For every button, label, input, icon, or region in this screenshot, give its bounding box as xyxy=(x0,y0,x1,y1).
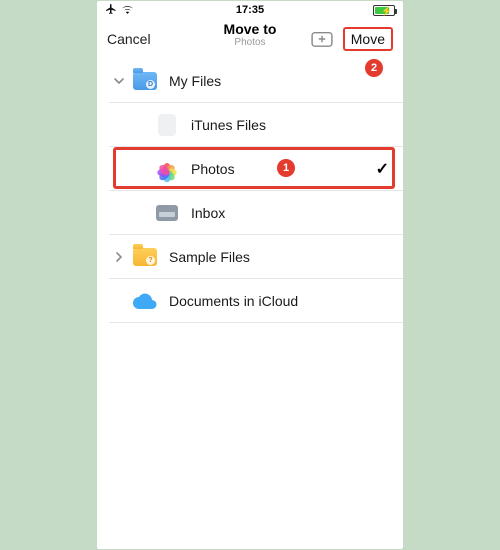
phone-frame: 17:35 ⚡ Cancel Move to Photos Move 2 xyxy=(97,1,403,549)
folder-icon: D xyxy=(131,67,159,95)
row-itunes[interactable]: iTunes Files xyxy=(97,103,403,147)
chevron-right-icon[interactable] xyxy=(109,251,129,263)
row-label: Inbox xyxy=(191,205,225,221)
status-right: ⚡ xyxy=(373,5,395,16)
callout-2: 2 xyxy=(365,59,383,77)
nav-bar: Cancel Move to Photos Move xyxy=(97,19,403,59)
folder-icon: ? xyxy=(131,243,159,271)
row-label: Sample Files xyxy=(169,249,250,265)
move-button[interactable]: Move xyxy=(343,27,393,51)
row-my-files[interactable]: D My Files xyxy=(97,59,403,103)
row-icloud[interactable]: Documents in iCloud xyxy=(97,279,403,323)
cloud-icon xyxy=(131,287,159,315)
inbox-icon xyxy=(153,199,181,227)
status-bar: 17:35 ⚡ xyxy=(97,1,403,19)
row-inbox[interactable]: Inbox xyxy=(97,191,403,235)
folder-list: D My Files iTunes Files xyxy=(97,59,403,323)
chevron-down-icon[interactable] xyxy=(109,75,129,87)
row-label: iTunes Files xyxy=(191,117,266,133)
new-folder-icon[interactable] xyxy=(311,30,333,48)
cancel-button[interactable]: Cancel xyxy=(107,31,151,47)
photos-icon xyxy=(153,155,181,183)
checkmark-icon: ✓ xyxy=(376,159,389,179)
status-time: 17:35 xyxy=(97,4,403,16)
row-label: Documents in iCloud xyxy=(169,293,298,309)
itunes-icon xyxy=(153,111,181,139)
row-sample-files[interactable]: ? Sample Files xyxy=(97,235,403,279)
callout-1: 1 xyxy=(277,159,295,177)
battery-icon: ⚡ xyxy=(373,5,395,16)
row-photos[interactable]: Photos ✓ xyxy=(97,147,403,191)
row-label: My Files xyxy=(169,73,221,89)
row-label: Photos xyxy=(191,161,235,177)
